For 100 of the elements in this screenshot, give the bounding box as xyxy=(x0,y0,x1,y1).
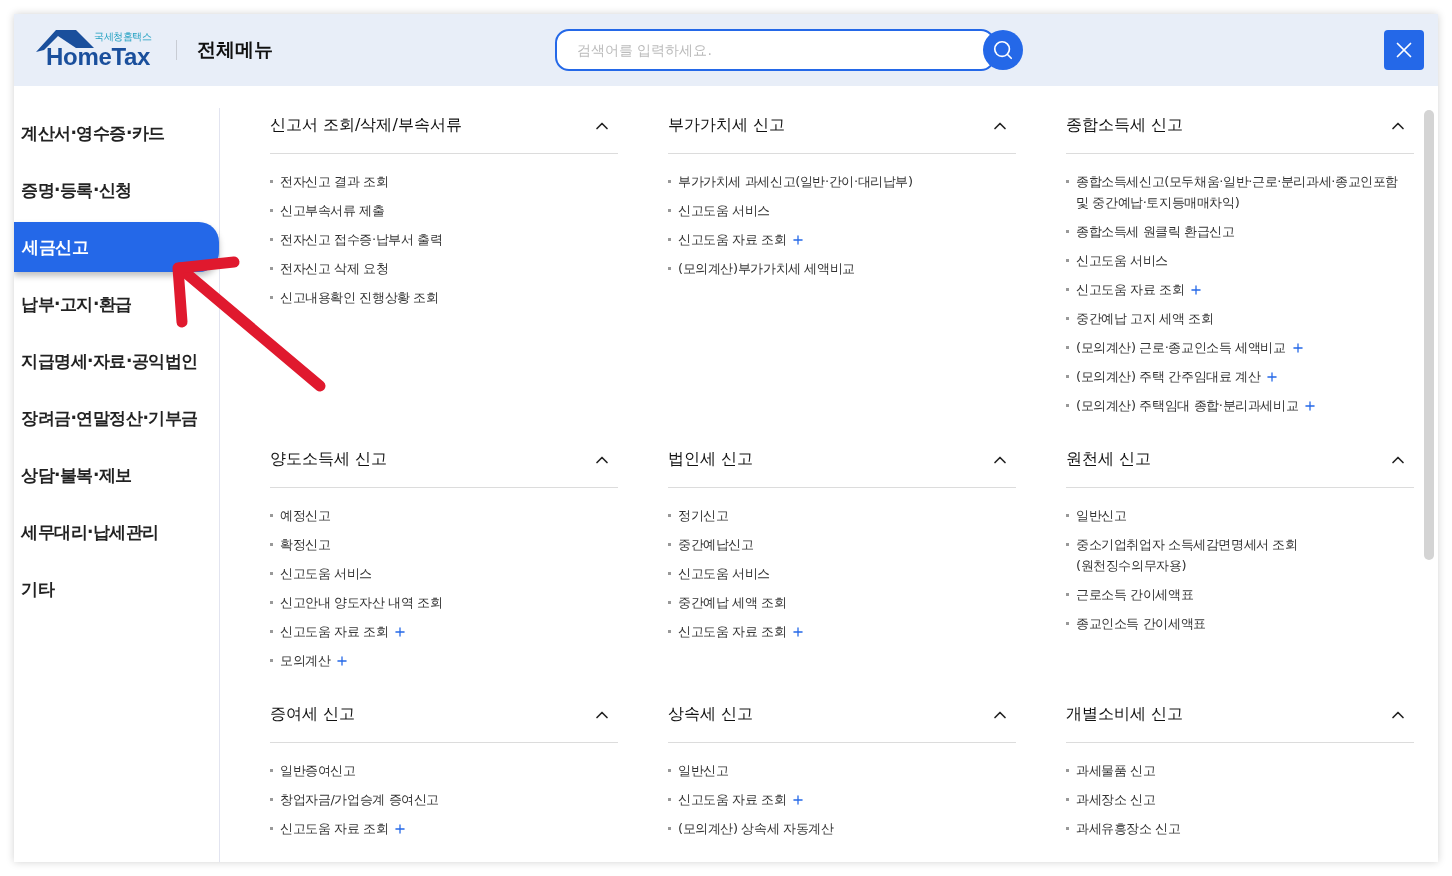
menu-link[interactable]: (모의계산) 주택 간주임대료 계산 xyxy=(1076,366,1261,387)
bullet-icon xyxy=(1066,346,1069,349)
menu-link[interactable]: 중소기업취업자 소득세감면명세서 조회 (원천징수의무자용) xyxy=(1076,534,1298,576)
bullet-icon xyxy=(270,514,273,517)
menu-link[interactable]: (모의계산)부가가치세 세액비교 xyxy=(678,258,855,279)
menu-link[interactable]: 신고도움 자료 조회 xyxy=(1076,279,1185,300)
bullet-icon xyxy=(1066,769,1069,772)
menu-link[interactable]: 과세장소 신고 xyxy=(1076,789,1156,810)
menu-link[interactable]: 중간예납신고 xyxy=(678,534,754,555)
menu-link[interactable]: 신고도움 서비스 xyxy=(1076,250,1168,271)
menu-link[interactable]: 신고안내 양도자산 내역 조회 xyxy=(280,592,443,613)
sidebar-item[interactable]: 기타 xyxy=(14,564,219,614)
bullet-icon xyxy=(668,769,671,772)
page-title: 전체메뉴 xyxy=(197,37,273,62)
bullet-icon xyxy=(270,543,273,546)
menu-link[interactable]: 신고도움 서비스 xyxy=(678,563,770,584)
bullet-icon xyxy=(270,209,273,212)
sidebar-item[interactable]: 지급명세·자료·공익법인 xyxy=(14,336,219,386)
bullet-icon xyxy=(270,630,273,633)
menu-link[interactable]: 모의계산 xyxy=(280,650,331,671)
bullet-icon xyxy=(1066,317,1069,320)
bullet-icon xyxy=(1066,543,1069,546)
sidebar-item[interactable]: 세금신고 xyxy=(14,222,219,272)
menu-link[interactable]: 일반증여신고 xyxy=(280,760,356,781)
menu-link[interactable]: 전자신고 삭제 요청 xyxy=(280,258,389,279)
menu-link[interactable]: 신고도움 자료 조회 xyxy=(280,818,389,839)
section-title: 양도소득세 신고 xyxy=(270,449,388,470)
bullet-icon xyxy=(1066,180,1069,183)
bullet-icon xyxy=(270,296,273,299)
menu-link[interactable]: 전자신고 결과 조회 xyxy=(280,171,389,192)
menu-link[interactable]: (모의계산) 주택임대 종합·분리과세비교 xyxy=(1076,395,1299,416)
bullet-icon xyxy=(668,572,671,575)
menu-link[interactable]: 과세물품 신고 xyxy=(1076,760,1156,781)
menu-link[interactable]: 과세유흥장소 신고 xyxy=(1076,818,1181,839)
menu-link[interactable]: 예정신고 xyxy=(280,505,331,526)
menu-link[interactable]: 신고도움 자료 조회 xyxy=(678,229,787,250)
plus-icon[interactable] xyxy=(393,822,408,836)
plus-icon[interactable] xyxy=(791,625,806,639)
plus-icon[interactable] xyxy=(1290,341,1305,355)
plus-icon[interactable] xyxy=(393,625,408,639)
logo-text: HomeTax xyxy=(46,43,151,71)
sidebar-item[interactable]: 계산서·영수증·카드 xyxy=(14,108,219,158)
section-title: 상속세 신고 xyxy=(668,704,754,725)
menu-link[interactable]: 종합소득세 원클릭 환급신고 xyxy=(1076,221,1235,242)
plus-icon[interactable] xyxy=(1303,399,1318,413)
menu-link[interactable]: 신고도움 자료 조회 xyxy=(678,621,787,642)
bullet-icon xyxy=(270,601,273,604)
plus-icon[interactable] xyxy=(1189,283,1204,297)
bullet-icon xyxy=(270,267,273,270)
plus-icon[interactable] xyxy=(791,233,806,247)
section-title: 개별소비세 신고 xyxy=(1066,704,1184,725)
bullet-icon xyxy=(270,827,273,830)
menu-link[interactable]: 신고도움 서비스 xyxy=(678,200,770,221)
close-button[interactable] xyxy=(1384,30,1424,70)
menu-link[interactable]: 신고도움 자료 조회 xyxy=(678,789,787,810)
section-title: 법인세 신고 xyxy=(668,449,754,470)
menu-link[interactable]: 부가가치세 과세신고(일반·간이·대리납부) xyxy=(678,171,913,192)
bullet-icon xyxy=(1066,230,1069,233)
section-title: 부가가치세 신고 xyxy=(668,115,786,136)
sidebar-item[interactable]: 상담·불복·제보 xyxy=(14,450,219,500)
menu-link[interactable]: 신고부속서류 제출 xyxy=(280,200,385,221)
plus-icon[interactable] xyxy=(335,654,350,668)
menu-link[interactable]: 일반신고 xyxy=(678,760,729,781)
section-title: 증여세 신고 xyxy=(270,704,356,725)
menu-link[interactable]: 전자신고 접수증·납부서 출력 xyxy=(280,229,443,250)
sidebar-item[interactable]: 증명·등록·신청 xyxy=(14,165,219,215)
menu-link[interactable]: 정기신고 xyxy=(678,505,729,526)
search-field[interactable]: 검색어를 입력하세요. xyxy=(555,29,995,71)
bullet-icon xyxy=(270,180,273,183)
bullet-icon xyxy=(668,798,671,801)
menu-link[interactable]: 종교인소득 간이세액표 xyxy=(1076,613,1206,634)
menu-link[interactable]: 중간예납 세액 조회 xyxy=(678,592,787,613)
menu-link[interactable]: (모의계산) 근로·종교인소득 세액비교 xyxy=(1076,337,1286,358)
plus-icon[interactable] xyxy=(791,793,806,807)
sidebar-item[interactable]: 장려금·연말정산·기부금 xyxy=(14,393,219,443)
plus-icon[interactable] xyxy=(1265,370,1280,384)
logo-subtitle: 국세청홈택스 xyxy=(94,30,151,44)
sidebar-item[interactable]: 납부·고지·환급 xyxy=(14,279,219,329)
menu-link[interactable]: 종합소득세신고(모두채움·일반·근로·분리과세·종교인포함 및 중간예납·토지등매매차익) xyxy=(1076,171,1414,213)
section-title: 종합소득세 신고 xyxy=(1066,115,1184,136)
bullet-icon xyxy=(1066,593,1069,596)
scrollbar[interactable] xyxy=(1424,110,1434,560)
search-icon xyxy=(992,39,1014,61)
bullet-icon xyxy=(1066,514,1069,517)
menu-link[interactable]: 일반신고 xyxy=(1076,505,1127,526)
menu-link[interactable]: 확정신고 xyxy=(280,534,331,555)
menu-link[interactable]: 신고내용확인 진행상황 조회 xyxy=(280,287,439,308)
bullet-icon xyxy=(1066,375,1069,378)
menu-link[interactable]: 중간예납 고지 세액 조회 xyxy=(1076,308,1214,329)
bullet-icon xyxy=(668,209,671,212)
bullet-icon xyxy=(270,238,273,241)
menu-link[interactable]: 창업자금/가업승계 증여신고 xyxy=(280,789,439,810)
sidebar-item[interactable]: 세무대리·납세관리 xyxy=(14,507,219,557)
section-title: 원천세 신고 xyxy=(1066,449,1152,470)
bullet-icon xyxy=(270,572,273,575)
menu-link[interactable]: 신고도움 자료 조회 xyxy=(280,621,389,642)
menu-link[interactable]: (모의계산) 상속세 자동계산 xyxy=(678,818,834,839)
menu-link[interactable]: 근로소득 간이세액표 xyxy=(1076,584,1194,605)
bullet-icon xyxy=(1066,288,1069,291)
menu-link[interactable]: 신고도움 서비스 xyxy=(280,563,372,584)
